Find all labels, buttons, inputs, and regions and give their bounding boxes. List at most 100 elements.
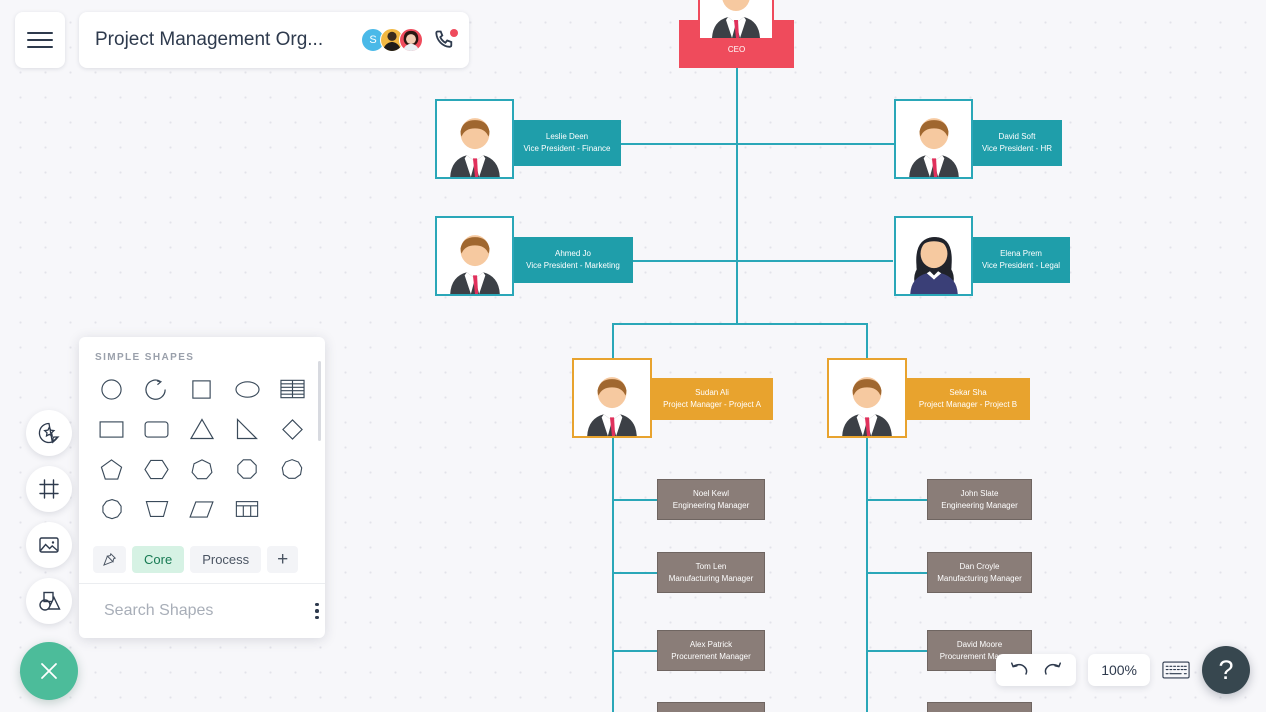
undo-button[interactable] [1010,661,1029,680]
shape-rectangle[interactable] [89,413,134,445]
female-avatar-icon [909,237,958,294]
shape-pentagon[interactable] [89,453,134,485]
male-avatar-icon [449,118,500,177]
org-node-manager-partial[interactable] [657,702,765,712]
shape-arc[interactable] [134,373,179,405]
zoom-level-button[interactable]: 100% [1088,654,1150,686]
shape-right-triangle[interactable] [225,413,270,445]
node-name: Dan Croyle [959,561,1000,571]
frame-icon [39,479,59,499]
org-node-pm-b[interactable]: Sekar Sha Project Manager - Project B [906,378,1030,420]
node-title: Project Manager - Project B [918,400,1018,409]
org-node-vp-hr[interactable]: David Soft Vice President - HR [972,120,1062,166]
shape-empty-slot [270,493,315,525]
org-node-manager[interactable]: Tom Len Manufacturing Manager [657,552,765,593]
shape-parallelogram[interactable] [179,493,224,525]
shape-diamond[interactable] [270,413,315,445]
trapezoid-shape-icon [145,501,169,517]
org-node-manager[interactable]: Alex Patrick Procurement Manager [657,630,765,671]
shapes-scroll-area[interactable]: SIMPLE SHAPES [79,337,325,540]
shapes-panel: SIMPLE SHAPES Core Process + Search Shap… [79,337,325,638]
org-node-pm-b-photo[interactable] [827,358,907,438]
add-library-tab[interactable]: + [267,546,299,573]
male-avatar-icon [908,118,959,177]
kebab-menu-icon[interactable] [311,596,323,627]
org-node-manager-partial[interactable] [927,702,1032,712]
male-avatar-icon [842,377,892,436]
call-button[interactable] [433,28,458,52]
document-titlebar: Project Management Org... S [79,12,469,68]
node-title: Engineering Manager [941,500,1018,510]
org-node-vp-finance-photo[interactable] [435,99,514,179]
shape-octagon[interactable] [225,453,270,485]
stickers-icon [38,422,60,444]
stickers-button[interactable] [26,410,72,456]
node-name: Sudan Ali [695,388,729,398]
node-title: Engineering Manager [672,500,750,510]
org-node-vp-hr-photo[interactable] [894,99,973,179]
org-node-vp-marketing-photo[interactable] [435,216,514,296]
shape-heptagon[interactable] [179,453,224,485]
org-node-vp-legal-photo[interactable] [894,216,973,296]
diagram-editor-app: Mark Davis CEO Leslie Deen Vice Presiden… [0,0,1266,712]
shape-table-lines[interactable] [270,373,315,405]
org-node-ceo-photo[interactable] [698,0,774,40]
org-node-manager[interactable]: John Slate Engineering Manager [927,479,1032,520]
process-tab[interactable]: Process [190,546,262,573]
org-node-pm-a[interactable]: Sudan Ali Project Manager - Project A [651,378,773,420]
shapes-button[interactable] [26,578,72,624]
shape-trapezoid[interactable] [134,493,179,525]
org-node-vp-marketing[interactable]: Ahmed Jo Vice President - Marketing [513,237,633,283]
undo-icon [1011,661,1028,675]
ellipse-shape-icon [235,380,260,398]
shape-nonagon[interactable] [270,453,315,485]
menu-button[interactable] [15,12,65,68]
core-tab[interactable]: Core [132,546,185,573]
node-title: Vice President - Marketing [526,261,620,270]
node-name: Ahmed Jo [554,249,592,259]
avatar-initial: S [369,34,377,46]
node-title: Vice President - Legal [981,261,1061,270]
frames-button[interactable] [26,466,72,512]
redo-button[interactable] [1043,661,1062,680]
close-panel-button[interactable] [20,642,78,700]
grid-table-shape-icon [236,501,259,517]
keyboard-shortcuts-button[interactable] [1162,660,1190,680]
decagon-shape-icon [101,498,122,520]
node-name: Sekar Sha [949,388,987,398]
image-icon [39,537,59,553]
shape-square[interactable] [179,373,224,405]
org-node-pm-a-photo[interactable] [572,358,652,438]
left-toolbar [20,410,78,700]
node-name: Leslie Deen [545,132,589,142]
org-node-manager[interactable]: Dan Croyle Manufacturing Manager [927,552,1032,593]
shape-ellipse[interactable] [225,373,270,405]
connector-to-m3 [612,650,658,652]
shape-triangle[interactable] [179,413,224,445]
node-title: Project Manager - Project A [663,400,761,409]
shape-hexagon[interactable] [134,453,179,485]
connector-to-m6 [866,650,928,652]
node-name: John Slate [960,488,999,498]
document-title[interactable]: Project Management Org... [79,29,361,51]
org-node-vp-finance[interactable]: Leslie Deen Vice President - Finance [513,120,621,166]
call-notification-badge [450,29,458,37]
org-node-vp-legal[interactable]: Elena Prem Vice President - Legal [972,237,1070,283]
images-button[interactable] [26,522,72,568]
help-button[interactable]: ? [1202,646,1250,694]
node-title: Vice President - Finance [523,144,611,153]
search-input[interactable] [95,602,311,620]
person-photo-icon [402,30,420,51]
avatar[interactable] [399,28,423,52]
connector-to-m1 [612,499,658,501]
shape-circle[interactable] [89,373,134,405]
pin-tab[interactable] [93,546,126,573]
shape-decagon[interactable] [89,493,134,525]
circle-shape-icon [101,378,122,400]
shape-rounded-rectangle[interactable] [134,413,179,445]
shape-grid-table[interactable] [225,493,270,525]
node-name: Noel Kewl [692,488,729,498]
panel-scrollbar[interactable] [318,361,321,441]
node-name: David Soft [998,132,1036,142]
org-node-manager[interactable]: Noel Kewl Engineering Manager [657,479,765,520]
